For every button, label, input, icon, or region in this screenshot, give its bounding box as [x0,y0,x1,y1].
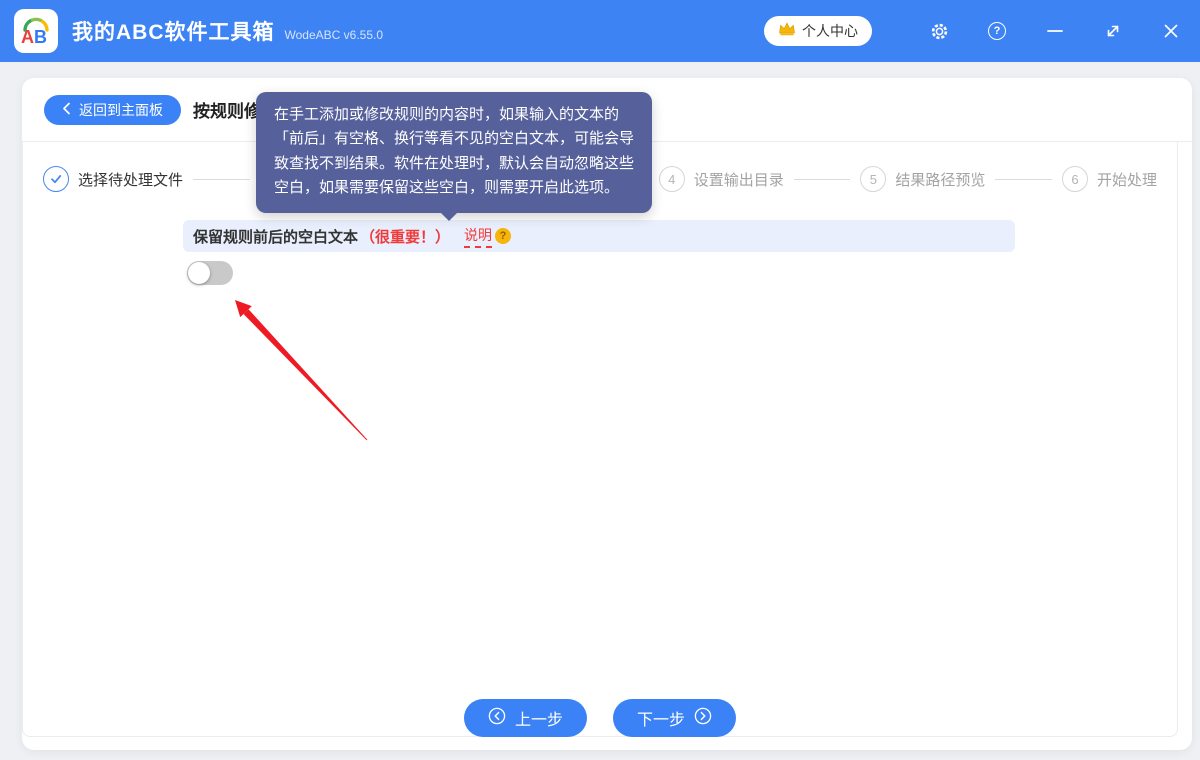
step-6-start-process: 6 开始处理 [1062,166,1157,192]
settings-gear-icon[interactable] [928,20,950,42]
keep-whitespace-option-bar: 保留规则前后的空白文本 （很重要！） 说明 ? [183,220,1015,252]
user-center-button[interactable]: 个人中心 [764,16,872,46]
step-1-label: 选择待处理文件 [78,169,183,190]
titlebar-actions: 个人中心 ? [764,16,1182,46]
whitespace-help-tooltip: 在手工添加或修改规则的内容时，如果输入的文本的「前后」有空格、换行等看不见的空白… [256,92,652,213]
step-5-result-preview: 5 结果路径预览 [860,166,985,192]
help-icon[interactable]: ? [986,20,1008,42]
app-version: WodeABC v6.55.0 [285,21,384,42]
option-section: 保留规则前后的空白文本 （很重要！） 说明 ? [183,220,1015,285]
minimize-icon[interactable] [1044,20,1066,42]
step-4-number: 4 [659,166,685,192]
crown-icon [778,21,796,41]
toggle-knob [188,262,210,284]
step-connector [193,179,250,180]
keep-whitespace-toggle[interactable] [187,261,233,285]
prev-step-label: 上一步 [515,706,563,730]
svg-text:A: A [21,27,34,47]
tooltip-text: 在手工添加或修改规则的内容时，如果输入的文本的「前后」有空格、换行等看不见的空白… [274,106,634,196]
option-label: 保留规则前后的空白文本 [193,226,358,247]
back-to-dashboard-button[interactable]: 返回到主面板 [44,95,181,125]
prev-step-button[interactable]: 上一步 [464,699,587,737]
circled-chevron-left-icon [488,707,506,730]
circled-chevron-right-icon [694,707,712,730]
back-button-label: 返回到主面板 [79,100,163,120]
step-4-output-dir: 4 设置输出目录 [659,166,784,192]
next-step-label: 下一步 [637,706,685,730]
step-5-number: 5 [860,166,886,192]
option-important-note: （很重要！） [360,226,450,247]
step-6-label: 开始处理 [1097,169,1157,190]
step-5-label: 结果路径预览 [895,169,985,190]
tooltip-arrow [440,212,458,221]
step-connector [794,179,851,180]
wizard-footer: 上一步 下一步 [464,699,736,737]
page-title: 按规则修 [193,97,261,122]
svg-text:B: B [34,27,47,47]
user-center-label: 个人中心 [802,21,858,41]
step-4-label: 设置输出目录 [694,169,784,190]
content-panel: 选择待处理文件 2 3 4 设置输出目录 5 结果路径预览 [22,142,1178,737]
step-connector [995,179,1052,180]
step-1-check-icon [43,166,69,192]
app-logo-icon: A B [14,9,58,53]
step-6-number: 6 [1062,166,1088,192]
help-question-glyph: ? [988,22,1006,40]
titlebar: A B 我的ABC软件工具箱 WodeABC v6.55.0 个人中心 ? [0,0,1200,62]
option-help-link[interactable]: 说明 [464,225,492,248]
step-1-select-files: 选择待处理文件 [43,166,183,192]
next-step-button[interactable]: 下一步 [613,699,736,737]
question-badge-icon[interactable]: ? [495,228,511,244]
maximize-resize-icon[interactable] [1102,20,1124,42]
app-title: 我的ABC软件工具箱 [72,16,275,46]
chevron-left-icon [62,102,71,118]
close-icon[interactable] [1160,20,1182,42]
